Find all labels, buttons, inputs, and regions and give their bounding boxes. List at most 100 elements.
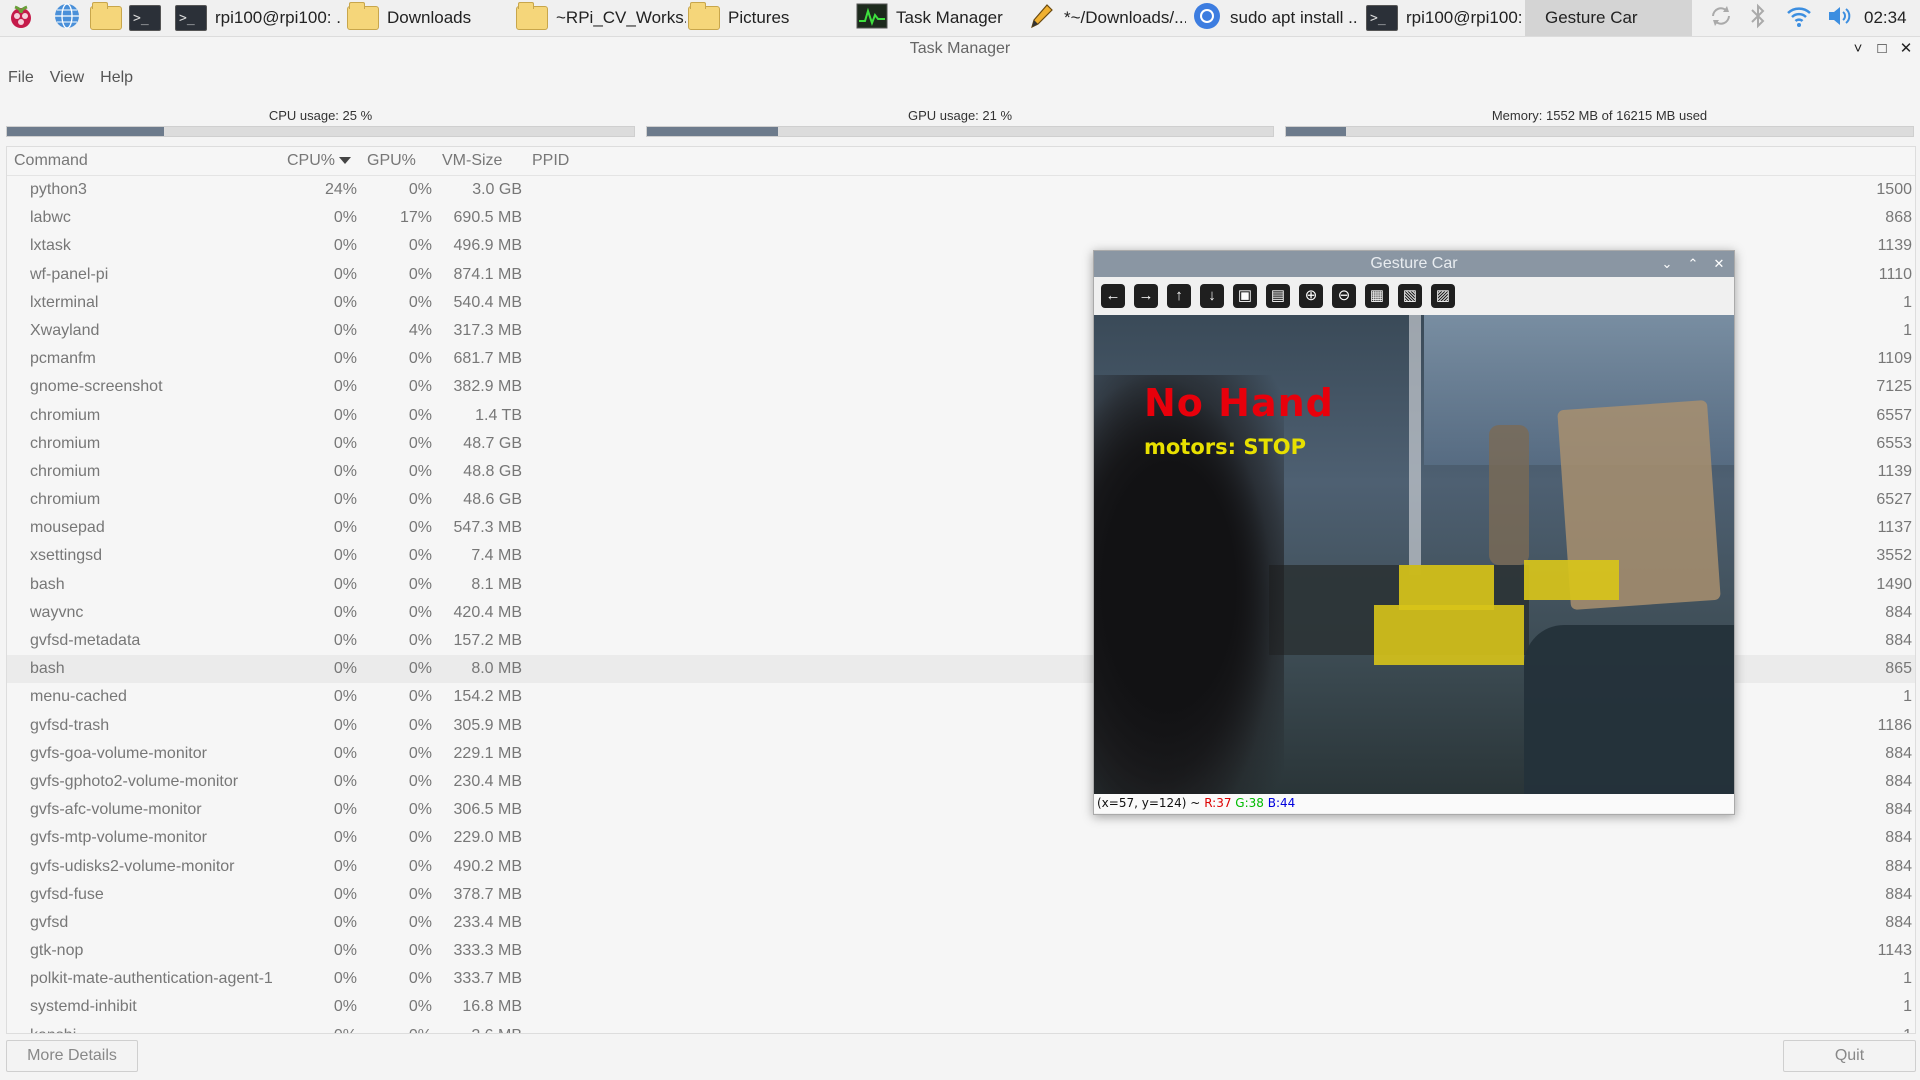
table-row[interactable]: kanshi0%0%2.6 MB1	[7, 1022, 1915, 1033]
more-details-button[interactable]: More Details	[6, 1040, 138, 1072]
properties-icon[interactable]: ▨	[1431, 284, 1455, 308]
table-row[interactable]: gvfsd 0% 0% 233.4 MB 884	[7, 909, 1915, 937]
cell-vm-size: 690.5 MB	[453, 209, 522, 227]
cell-cpu: 0%	[333, 857, 357, 875]
menu-file[interactable]: File	[0, 66, 42, 90]
cell-vm-size: 681.7 MB	[453, 350, 522, 368]
cell-cpu: 0%	[333, 293, 357, 311]
cell-command: mousepad	[30, 519, 105, 537]
cell-cpu: 0%	[333, 660, 357, 678]
cell-ppid: 884	[1885, 857, 1912, 875]
maximize-button[interactable]: □	[1870, 36, 1894, 62]
save-image-icon[interactable]: ▦	[1365, 284, 1389, 308]
browser-launcher[interactable]	[52, 0, 86, 36]
taskbar-item-gesture-car[interactable]: Gesture Car	[1525, 0, 1692, 36]
taskbar-item-pictures[interactable]: Pictures	[688, 0, 848, 36]
taskbar-item-chromium[interactable]: sudo apt install ..	[1192, 0, 1360, 36]
table-row[interactable]: polkit-mate-authentication-agent-1 0% 0% 33…	[7, 965, 1915, 993]
cell-ppid: 868	[1885, 209, 1912, 227]
cell-command: wayvnc	[30, 603, 84, 621]
updates-tray-button[interactable]	[1708, 0, 1736, 36]
cell-vm-size: 2.6 MB	[432, 1022, 522, 1033]
table-row[interactable]: gvfs-mtp-volume-monitor 0% 0% 229.0 MB 884	[7, 824, 1915, 852]
pan-left-icon[interactable]: ←	[1101, 284, 1125, 308]
cell-cpu: 0%	[333, 265, 357, 283]
table-row[interactable]: python3 24% 0% 3.0 GB 1500	[7, 176, 1915, 204]
table-row[interactable]: labwc 0% 17% 690.5 MB 868	[7, 204, 1915, 232]
bluetooth-tray-button[interactable]	[1748, 0, 1772, 36]
cell-command: gvfs-gphoto2-volume-monitor	[30, 772, 239, 790]
clock[interactable]: 02:34	[1864, 0, 1914, 36]
column-header-gpu[interactable]: GPU%	[357, 147, 432, 175]
cell-gpu: 0%	[408, 293, 432, 311]
cell-vm-size: 229.0 MB	[453, 829, 522, 847]
cell-gpu: 0%	[408, 462, 432, 480]
cell-gpu: 0%	[408, 970, 432, 988]
minimize-button[interactable]: ˅	[1846, 36, 1870, 62]
terminal-icon: >_	[129, 5, 161, 31]
gesture-maximize-button[interactable]: ⌃	[1682, 251, 1704, 277]
camera-bottle	[1489, 425, 1529, 565]
memory-usage-label: Memory: 1552 MB of 16215 MB used	[1491, 108, 1708, 123]
taskbar-item-terminal-2[interactable]: >_ rpi100@rpi100: ~	[1366, 0, 1521, 36]
pixel-blue-value: B:44	[1267, 796, 1296, 810]
taskbar-item-mousepad[interactable]: *~/Downloads/...	[1026, 0, 1186, 36]
quit-button[interactable]: Quit	[1783, 1040, 1916, 1072]
cell-cpu: 0%	[333, 772, 357, 790]
column-header-ppid[interactable]: PPID	[522, 147, 1915, 175]
taskbar-item-rpi-cv-works[interactable]: ~RPi_CV_Works..	[516, 0, 686, 36]
terminal-launcher[interactable]: >_	[129, 0, 165, 36]
gesture-close-button[interactable]: ✕	[1708, 251, 1730, 277]
table-row[interactable]: gtk-nop 0% 0% 333.3 MB 1143	[7, 937, 1915, 965]
taskbar-item-task-manager[interactable]: Task Manager	[856, 0, 1021, 36]
zoom-fit-icon[interactable]: ▤	[1266, 284, 1290, 308]
column-header-cpu[interactable]: CPU%	[277, 147, 357, 175]
cell-ppid: 884	[1885, 885, 1912, 903]
volume-tray-button[interactable]	[1826, 0, 1856, 36]
column-header-command[interactable]: Command	[7, 147, 277, 175]
gesture-car-titlebar[interactable]: Gesture Car ⌄ ⌃ ✕	[1094, 251, 1734, 277]
menu-help[interactable]: Help	[92, 66, 141, 90]
zoom-in-icon[interactable]: ⊕	[1299, 284, 1323, 308]
wifi-tray-button[interactable]	[1786, 0, 1814, 36]
cell-command: gtk-nop	[30, 942, 84, 960]
menu-view[interactable]: View	[42, 66, 92, 90]
table-row[interactable]: gvfsd-fuse 0% 0% 378.7 MB 884	[7, 881, 1915, 909]
zoom-out-icon[interactable]: ⊖	[1332, 284, 1356, 308]
cell-cpu: 0%	[333, 378, 357, 396]
cell-cpu: 0%	[333, 491, 357, 509]
cell-gpu: 0%	[408, 660, 432, 678]
camera-view[interactable]: No Hand motors: STOP	[1094, 315, 1734, 794]
gesture-minimize-button[interactable]: ⌄	[1656, 251, 1678, 277]
pan-right-icon[interactable]: →	[1134, 284, 1158, 308]
gesture-car-window[interactable]: Gesture Car ⌄ ⌃ ✕ ← → ↑ ↓ ▣ ▤ ⊕ ⊖ ▦ ▧ ▨ …	[1093, 250, 1735, 815]
raspberry-menu-button[interactable]	[6, 0, 40, 36]
table-row[interactable]: gvfs-udisks2-volume-monitor 0% 0% 490.2 MB 8…	[7, 853, 1915, 881]
taskbar-item-label: Pictures	[728, 8, 790, 27]
table-row[interactable]: systemd-inhibit 0% 0% 16.8 MB 1	[7, 993, 1915, 1021]
pan-up-icon[interactable]: ↑	[1167, 284, 1191, 308]
taskbar-item-terminal-1[interactable]: >_ rpi100@rpi100: ...	[175, 0, 340, 36]
zoom-reset-icon[interactable]: ▣	[1233, 284, 1257, 308]
cell-vm-size: 48.6 GB	[463, 491, 522, 509]
taskbar-item-label: Task Manager	[896, 8, 1003, 27]
cell-cpu: 0%	[333, 519, 357, 537]
memory-usage-fill	[1286, 127, 1347, 136]
pixel-coords: (x=57, y=124) ~	[1097, 796, 1201, 810]
cell-vm-size: 547.3 MB	[453, 519, 522, 537]
cell-cpu: 0%	[333, 942, 357, 960]
taskbar-item-label: ~RPi_CV_Works..	[556, 8, 686, 27]
cell-gpu: 0%	[408, 744, 432, 762]
cell-command: gvfsd-metadata	[30, 632, 141, 649]
copy-clipboard-icon[interactable]: ▧	[1398, 284, 1422, 308]
close-button[interactable]: ✕	[1894, 36, 1918, 62]
sort-descending-icon	[339, 157, 352, 165]
column-header-vm-size[interactable]: VM-Size	[432, 147, 522, 175]
taskbar-item-label: Downloads	[387, 8, 472, 27]
file-manager-launcher[interactable]	[90, 0, 124, 36]
cell-vm-size: 229.1 MB	[453, 744, 522, 762]
pan-down-icon[interactable]: ↓	[1200, 284, 1224, 308]
taskbar-item-downloads[interactable]: Downloads	[347, 0, 507, 36]
cell-cpu: 0%	[333, 209, 357, 227]
cell-cpu: 0%	[277, 1022, 357, 1033]
